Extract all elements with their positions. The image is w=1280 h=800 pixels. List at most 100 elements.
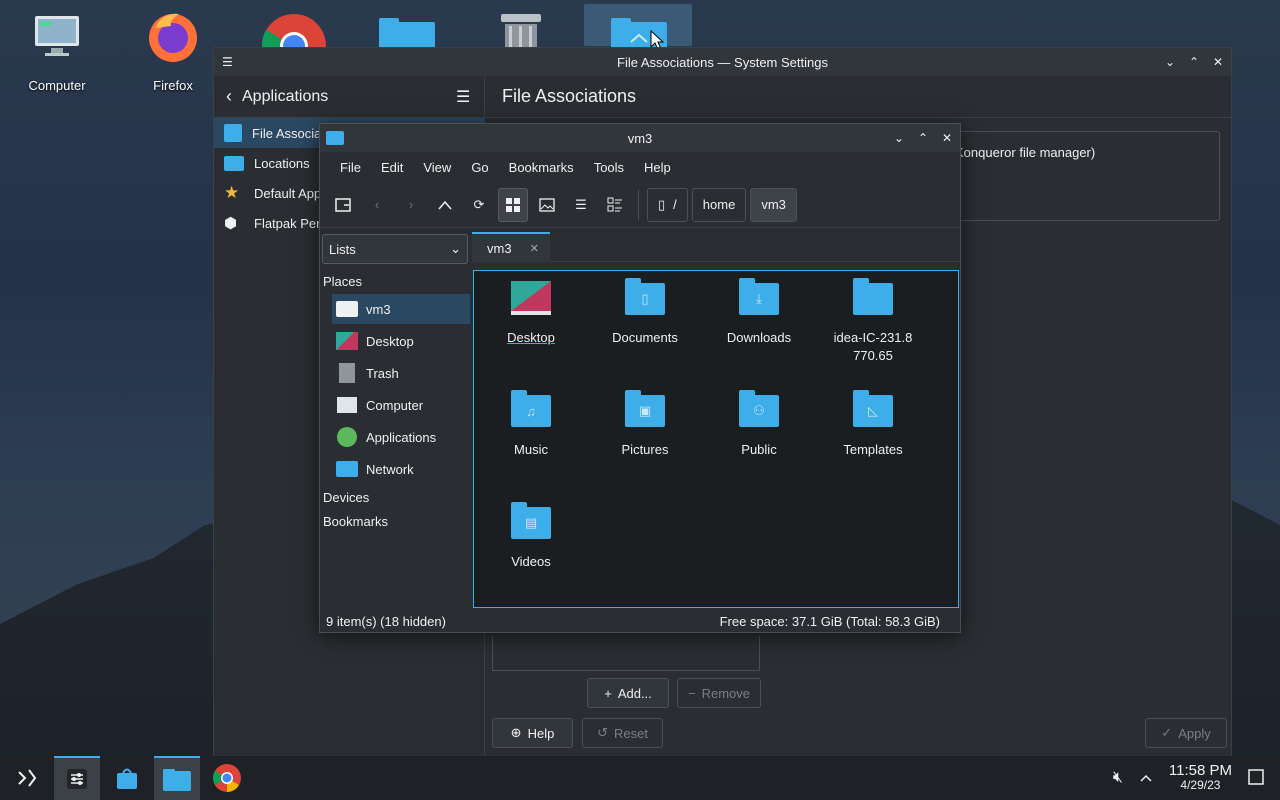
reload-icon[interactable]: ⟳: [464, 188, 494, 222]
menu-bar: File Edit View Go Bookmarks Tools Help: [320, 152, 960, 182]
icons-view-icon[interactable]: [498, 187, 528, 222]
taskbar-chrome[interactable]: [204, 756, 250, 800]
minimize-icon[interactable]: ⌄: [1163, 55, 1177, 69]
apply-button-label: Apply: [1178, 725, 1211, 741]
system-tray: 🔇︎ 11:58 PM 4/29/23: [1113, 756, 1280, 800]
up-icon[interactable]: [430, 188, 460, 222]
help-button-label: Help: [527, 725, 555, 741]
drive-icon: ▯: [658, 196, 666, 212]
back-arrow-icon[interactable]: ‹: [226, 86, 232, 107]
toolbar-separator: [638, 189, 639, 220]
places-item-applications[interactable]: Applications: [332, 422, 470, 452]
settings-icon: [67, 769, 87, 789]
dolphin-titlebar[interactable]: vm3 ⌄ ⌃ ✕: [320, 124, 960, 152]
file-view[interactable]: Desktop ▯ Documents ⤓ Downloads idea-IC-…: [473, 270, 959, 608]
taskbar-dolphin[interactable]: [154, 756, 200, 800]
places-item-label: Network: [366, 461, 414, 477]
bookmarks-header[interactable]: Bookmarks: [323, 514, 388, 529]
show-desktop-icon[interactable]: [1248, 768, 1264, 788]
devices-header[interactable]: Devices: [323, 490, 369, 505]
desktop-icon-computer[interactable]: Computer: [12, 8, 102, 93]
maximize-icon[interactable]: ⌃: [916, 131, 930, 145]
places-item-computer[interactable]: Computer: [332, 390, 470, 420]
status-bar: 9 item(s) (18 hidden) Free space: 37.1 G…: [320, 610, 960, 632]
tray-expand-icon[interactable]: [1139, 771, 1153, 786]
close-icon[interactable]: ✕: [1211, 55, 1225, 69]
tab-label: vm3: [487, 240, 512, 256]
file-item-public[interactable]: ⚇ Public: [704, 390, 814, 459]
places-item-trash[interactable]: Trash: [332, 358, 470, 388]
menu-bookmarks[interactable]: Bookmarks: [499, 160, 584, 175]
file-item-desktop[interactable]: Desktop: [476, 279, 586, 347]
file-item-videos[interactable]: ▤ Videos: [476, 502, 586, 571]
clock[interactable]: 11:58 PM 4/29/23: [1169, 763, 1232, 793]
split-view-icon[interactable]: [600, 188, 630, 222]
application-list[interactable]: [492, 636, 760, 671]
folder-icon: [326, 131, 344, 145]
help-button[interactable]: ⊕ Help: [492, 718, 573, 748]
taskbar-system-settings[interactable]: [54, 756, 100, 800]
reset-button[interactable]: ↺ Reset: [582, 718, 663, 748]
file-item-templates[interactable]: ◺ Templates: [818, 390, 928, 459]
remove-button-label: Remove: [701, 685, 750, 701]
menu-help[interactable]: Help: [634, 160, 681, 175]
reset-icon: ↺: [597, 725, 608, 740]
places-item-vm3[interactable]: vm3: [332, 294, 470, 324]
file-item-pictures[interactable]: ▣ Pictures: [590, 390, 700, 459]
breadcrumb-root[interactable]: ▯ /: [647, 187, 688, 222]
sidebar-item-label: Default App: [254, 185, 322, 201]
desktop-icon-firefox[interactable]: Firefox: [128, 8, 218, 93]
chevron-down-icon: ⌄: [450, 241, 461, 256]
new-tab-icon[interactable]: [328, 188, 358, 222]
breadcrumb-home[interactable]: home: [691, 187, 747, 222]
system-settings-titlebar[interactable]: ☰ File Associations — System Settings ⌄ …: [214, 48, 1231, 76]
discover-store-icon: [117, 768, 137, 789]
templates-folder-icon: ◺: [851, 390, 895, 431]
menu-tools[interactable]: Tools: [584, 160, 634, 175]
file-item-music[interactable]: ♫ Music: [476, 390, 586, 459]
volume-muted-icon[interactable]: 🔇︎: [1113, 769, 1123, 787]
details-view-icon[interactable]: ☰: [566, 188, 596, 222]
places-item-network[interactable]: Network: [332, 454, 470, 484]
file-name: idea-IC-231.8770.65: [833, 330, 913, 363]
file-item-documents[interactable]: ▯ Documents: [590, 278, 700, 347]
clock-date: 4/29/23: [1180, 778, 1221, 792]
chrome-icon: [213, 764, 241, 792]
minimize-icon[interactable]: ⌄: [892, 131, 906, 145]
window-menu-icon[interactable]: ☰: [222, 55, 233, 69]
menu-view[interactable]: View: [413, 160, 461, 175]
file-name: Videos: [511, 554, 551, 569]
apply-button[interactable]: ✓ Apply: [1145, 718, 1227, 748]
documents-folder-icon: ▯: [623, 278, 667, 319]
remove-button[interactable]: − Remove: [677, 678, 761, 708]
add-button[interactable]: + Add...: [587, 678, 669, 708]
toolbar: ‹ › ⟳ ☰ ▯ / home vm3: [320, 182, 960, 228]
star-icon: ★: [224, 183, 240, 202]
menu-file[interactable]: File: [330, 160, 371, 175]
menu-go[interactable]: Go: [461, 160, 498, 175]
back-icon[interactable]: ‹: [362, 188, 392, 222]
taskbar: 🔇︎ 11:58 PM 4/29/23: [0, 756, 1280, 800]
menu-edit[interactable]: Edit: [371, 160, 413, 175]
tab-close-icon[interactable]: ✕: [530, 242, 539, 255]
file-item-idea[interactable]: idea-IC-231.8770.65: [818, 278, 928, 365]
breadcrumb-vm3[interactable]: vm3: [750, 187, 797, 222]
hamburger-menu-icon[interactable]: ☰: [456, 87, 472, 107]
file-name: Templates: [843, 442, 903, 457]
status-item-count: 9 item(s) (18 hidden): [326, 613, 446, 629]
places-item-label: Desktop: [366, 333, 414, 349]
close-icon[interactable]: ✕: [940, 131, 954, 145]
tab-vm3[interactable]: vm3 ✕: [472, 232, 550, 262]
app-launcher-icon[interactable]: [4, 756, 50, 800]
desktop-icon-label: Computer: [28, 78, 86, 93]
sidebar-item-label: File Associa: [252, 125, 322, 141]
maximize-icon[interactable]: ⌃: [1187, 55, 1201, 69]
file-associations-icon: [224, 124, 242, 142]
preview-icon[interactable]: [532, 188, 562, 222]
clock-time: 11:58 PM: [1168, 762, 1232, 779]
taskbar-discover[interactable]: [104, 756, 150, 800]
places-item-desktop[interactable]: Desktop: [332, 326, 470, 356]
file-item-downloads[interactable]: ⤓ Downloads: [704, 278, 814, 347]
forward-icon[interactable]: ›: [396, 188, 426, 222]
panel-select[interactable]: Lists ⌄: [322, 234, 468, 264]
